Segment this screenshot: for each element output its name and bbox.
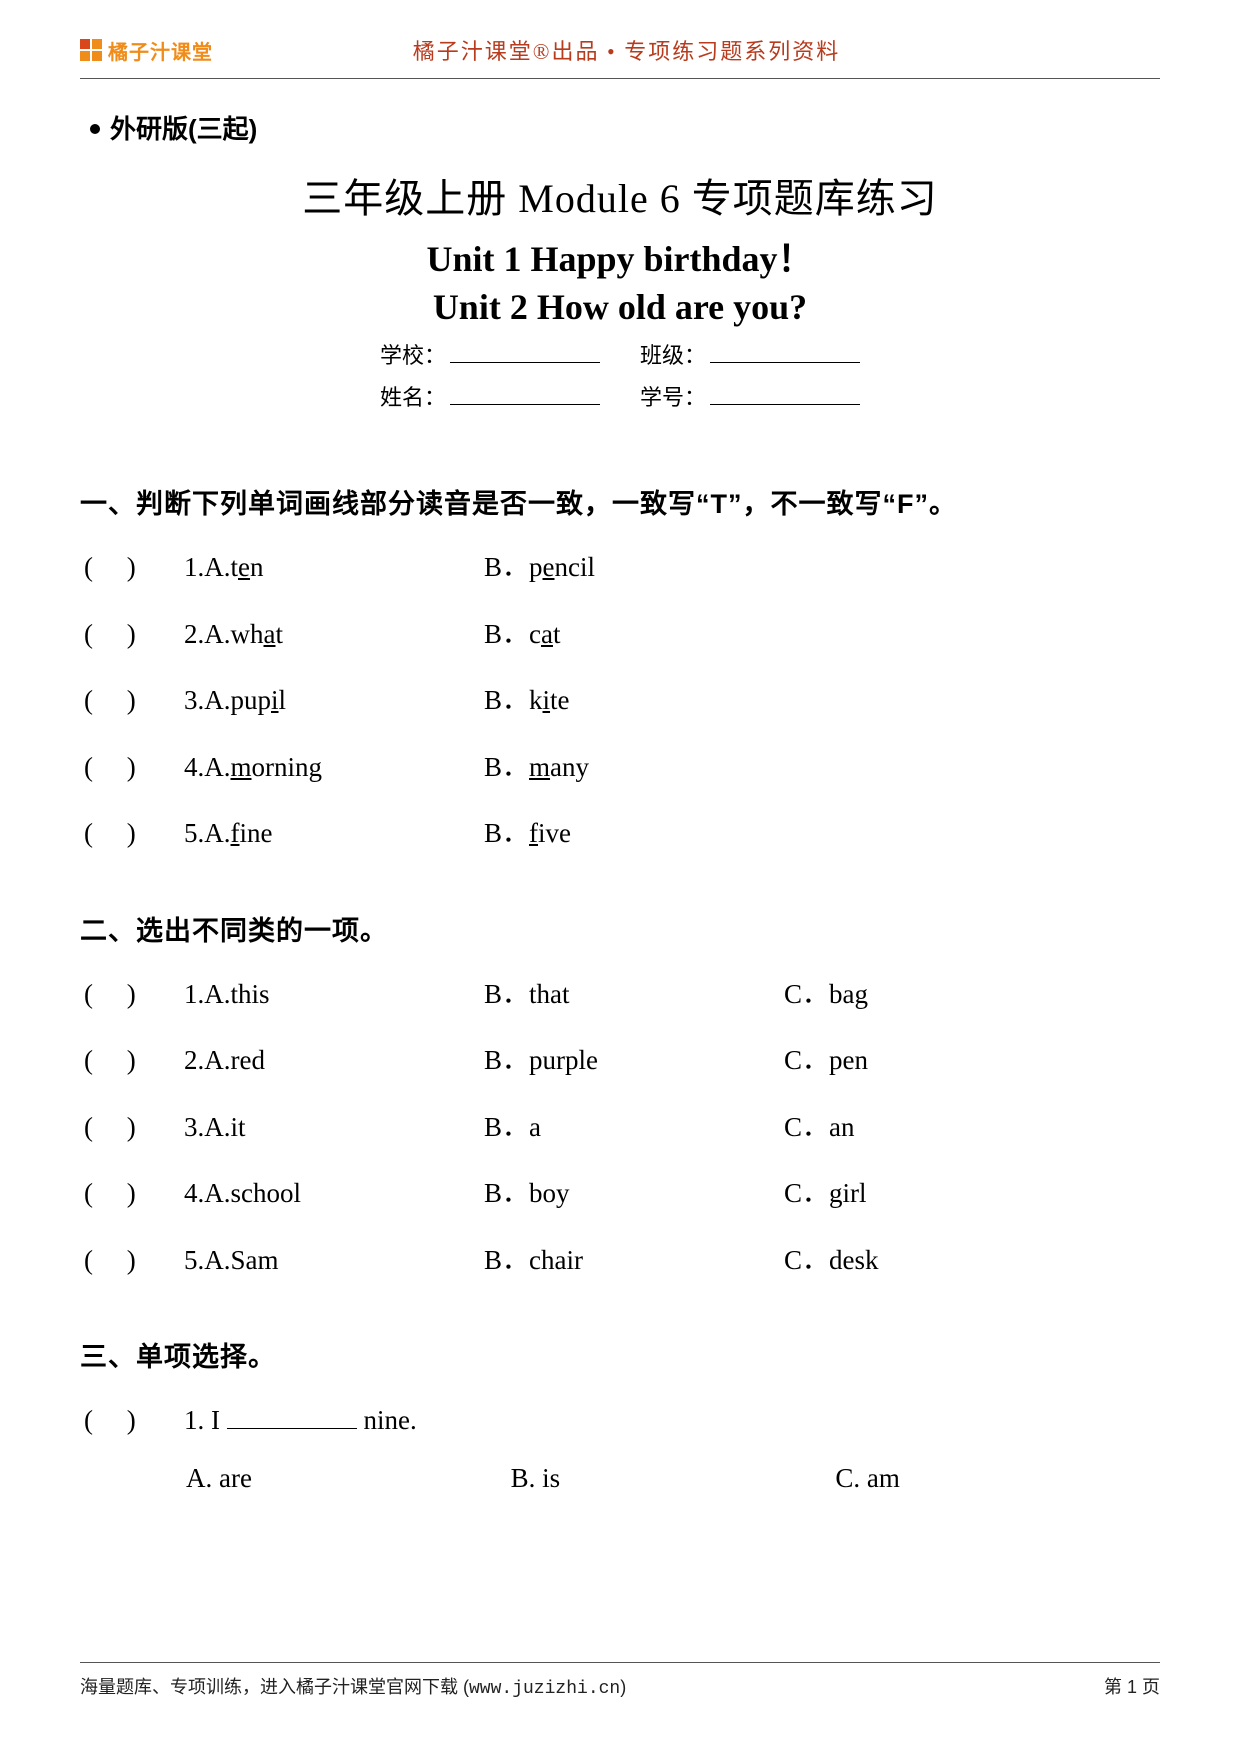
answer-box[interactable]: ( ): [80, 1040, 184, 1081]
page-footer: 海量题库、专项训练，进入橘子汁课堂官网下载 (www.juzizhi.cn) 第…: [80, 1662, 1160, 1699]
school-field[interactable]: 学校：: [380, 338, 600, 370]
id-label: 学号：: [640, 380, 706, 412]
s1-q4-a: 4.A.morning: [184, 747, 484, 788]
s2-q5-a: 5.A.Sam: [184, 1240, 484, 1281]
s1-q2-a: 2.A.what: [184, 614, 484, 655]
s1-q1-a: 1.A.ten: [184, 547, 484, 588]
title-post: 专项题库练习: [692, 176, 938, 221]
answer-box[interactable]: ( ): [80, 974, 184, 1015]
page-number: 第 1 页: [1104, 1673, 1160, 1699]
s2-q3: ( ) 3.A.it B．a C．an: [80, 1107, 1160, 1148]
answer-box[interactable]: ( ): [80, 1400, 184, 1441]
s1-q4: ( ) 4.A.morning B．many: [80, 747, 1160, 788]
s2-q3-a: 3.A.it: [184, 1107, 484, 1148]
s2-q2: ( ) 2.A.red B．purple C．pen: [80, 1040, 1160, 1081]
answer-box[interactable]: ( ): [80, 1107, 184, 1148]
s2-q4: ( ) 4.A.school B．boy C．girl: [80, 1173, 1160, 1214]
s2-q4-b: B．boy: [484, 1173, 784, 1214]
s1-q1-b: B．pencil: [484, 547, 784, 588]
s3-q1-c: C. am: [835, 1463, 1160, 1494]
s2-q3-b: B．a: [484, 1107, 784, 1148]
school-blank[interactable]: [450, 338, 600, 363]
s2-q2-b: B．purple: [484, 1040, 784, 1081]
title-en: Module 6: [518, 176, 691, 221]
s2-q1-b: B．that: [484, 974, 784, 1015]
bullet-icon: [90, 124, 100, 134]
s1-q3-a: 3.A.pupil: [184, 680, 484, 721]
s1-q2: ( ) 2.A.what B．cat: [80, 614, 1160, 655]
section-2-title: 二、选出不同类的一项。: [80, 909, 1160, 948]
s1-q4-b: B．many: [484, 747, 784, 788]
subtitle-unit2: Unit 2 How old are you?: [80, 286, 1160, 328]
school-label: 学校：: [380, 338, 446, 370]
page-header: 橘子汁课堂 橘子汁课堂®出品 • 专项练习题系列资料: [80, 30, 1160, 79]
info-row-2: 姓名： 学号：: [350, 380, 890, 412]
name-blank[interactable]: [450, 380, 600, 405]
s3-q1: ( ) 1. I nine.: [80, 1400, 1160, 1441]
answer-box[interactable]: ( ): [80, 680, 184, 721]
worksheet-page: 橘子汁课堂 橘子汁课堂®出品 • 专项练习题系列资料 外研版(三起) 三年级上册…: [0, 0, 1240, 1754]
answer-box[interactable]: ( ): [80, 614, 184, 655]
s1-q2-b: B．cat: [484, 614, 784, 655]
s3-q1-options: A. are B. is C. am: [80, 1463, 1160, 1494]
answer-box[interactable]: ( ): [80, 813, 184, 854]
edition-line: 外研版(三起): [90, 109, 1160, 146]
class-blank[interactable]: [710, 338, 860, 363]
subtitle-unit1: Unit 1 Happy birthday！: [80, 230, 1160, 282]
class-field[interactable]: 班级：: [640, 338, 860, 370]
s1-q5-b: B．five: [484, 813, 784, 854]
section-1-title: 一、判断下列单词画线部分读音是否一致，一致写“T”，不一致写“F”。: [80, 482, 1160, 521]
s2-q2-a: 2.A.red: [184, 1040, 484, 1081]
s1-q5: ( ) 5.A.fine B．five: [80, 813, 1160, 854]
s2-q1: ( ) 1.A.this B．that C．bag: [80, 974, 1160, 1015]
s1-q1: ( ) 1.A.ten B．pencil: [80, 547, 1160, 588]
s2-q5: ( ) 5.A.Sam B．chair C．desk: [80, 1240, 1160, 1281]
s2-q4-c: C．girl: [784, 1173, 1084, 1214]
s1-q5-a: 5.A.fine: [184, 813, 484, 854]
s2-q3-c: C．an: [784, 1107, 1084, 1148]
s2-q5-b: B．chair: [484, 1240, 784, 1281]
edition-text: 外研版(三起): [110, 114, 257, 144]
answer-box[interactable]: ( ): [80, 1240, 184, 1281]
s3-q1-a: A. are: [186, 1463, 511, 1494]
info-row-1: 学校： 班级：: [350, 338, 890, 370]
name-label: 姓名：: [380, 380, 446, 412]
s1-q3-b: B．kite: [484, 680, 784, 721]
s3-q1-b: B. is: [511, 1463, 836, 1494]
class-label: 班级：: [640, 338, 706, 370]
answer-box[interactable]: ( ): [80, 547, 184, 588]
name-field[interactable]: 姓名：: [380, 380, 600, 412]
answer-box[interactable]: ( ): [80, 1173, 184, 1214]
answer-box[interactable]: ( ): [80, 747, 184, 788]
header-tagline: 橘子汁课堂®出品 • 专项练习题系列资料: [93, 34, 1160, 66]
footer-left: 海量题库、专项训练，进入橘子汁课堂官网下载 (www.juzizhi.cn): [80, 1673, 626, 1699]
s2-q1-c: C．bag: [784, 974, 1084, 1015]
s3-q1-stem: 1. I nine.: [184, 1400, 417, 1441]
s2-q5-c: C．desk: [784, 1240, 1084, 1281]
page-title: 三年级上册 Module 6 专项题库练习: [80, 166, 1160, 224]
s2-q4-a: 4.A.school: [184, 1173, 484, 1214]
id-field[interactable]: 学号：: [640, 380, 860, 412]
s2-q1-a: 1.A.this: [184, 974, 484, 1015]
id-blank[interactable]: [710, 380, 860, 405]
s2-q2-c: C．pen: [784, 1040, 1084, 1081]
footer-url: www.juzizhi.cn: [469, 1679, 620, 1699]
s1-q3: ( ) 3.A.pupil B．kite: [80, 680, 1160, 721]
section-3-title: 三、单项选择。: [80, 1335, 1160, 1374]
fill-blank[interactable]: [227, 1401, 357, 1429]
title-pre: 三年级上册: [302, 176, 518, 221]
